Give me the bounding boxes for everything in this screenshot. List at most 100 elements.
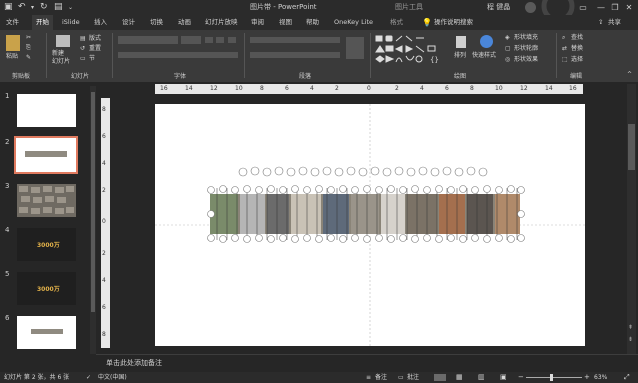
tab-animations[interactable]: 动画 (178, 15, 191, 30)
tell-me-search[interactable]: 操作说明搜索 (434, 15, 473, 30)
shape-outline-button[interactable]: 形状轮廓 (514, 45, 538, 53)
reset-button[interactable]: 重置 (89, 45, 101, 53)
find-button[interactable]: 查找 (571, 34, 583, 42)
undo-dropdown-icon[interactable]: ▾ (31, 0, 34, 15)
notes-placeholder[interactable]: 单击此处添加备注 (106, 358, 162, 368)
tab-onekey[interactable]: OneKey Lite (334, 15, 373, 30)
new-slide-icon[interactable] (56, 35, 70, 47)
paste-icon[interactable] (6, 35, 20, 51)
reading-view-icon[interactable]: ▥ (478, 372, 485, 383)
thumb-text: 3000万 (37, 286, 60, 293)
avatar[interactable] (525, 2, 536, 13)
redo-icon[interactable]: ↻ (40, 0, 48, 15)
layout-button[interactable]: 版式 (89, 35, 101, 43)
customize-icon[interactable]: ⌄ (68, 0, 73, 15)
select-button[interactable]: 选择 (571, 56, 583, 64)
tab-slideshow[interactable]: 幻灯片放映 (205, 15, 238, 30)
tab-file[interactable]: 文件 (6, 15, 19, 30)
thumb-number: 2 (5, 138, 10, 146)
slide-thumbnail[interactable] (17, 184, 76, 217)
save-icon[interactable]: ▣ (4, 0, 13, 15)
prev-slide-icon[interactable]: ⇞ (628, 324, 633, 331)
tab-home[interactable]: 开始 (32, 15, 53, 30)
tab-islide[interactable]: iSlide (62, 15, 80, 30)
shrink-font-icon[interactable] (216, 37, 224, 43)
zoom-slider[interactable] (526, 377, 582, 378)
zoom-out-icon[interactable]: − (518, 372, 524, 383)
slide-thumbnail[interactable] (17, 94, 76, 127)
format-painter-icon[interactable]: ✎ (26, 54, 31, 62)
undo-icon[interactable]: ↶ (18, 0, 26, 15)
new-slide-button[interactable]: 新建 幻灯片 (52, 50, 70, 66)
tab-help[interactable]: 帮助 (306, 15, 319, 30)
list-buttons[interactable] (250, 37, 340, 43)
tab-review[interactable]: 审阅 (251, 15, 264, 30)
slide-thumbnail[interactable]: 3000万 (17, 272, 76, 305)
tab-view[interactable]: 视图 (279, 15, 292, 30)
zoom-in-icon[interactable]: + (584, 372, 590, 383)
arrange-icon[interactable] (456, 36, 466, 48)
shapes-gallery[interactable]: {} (374, 34, 446, 66)
share-icon[interactable]: ⇪ (598, 15, 603, 30)
lightbulb-icon: 💡 (422, 18, 432, 27)
slide-thumbnail[interactable] (17, 316, 76, 349)
paste-button[interactable]: 粘贴 (6, 53, 18, 61)
tab-transitions[interactable]: 切换 (150, 15, 163, 30)
slide-sorter-icon[interactable]: ▦ (456, 372, 463, 383)
clear-format-icon[interactable] (228, 37, 236, 43)
ruler-tick: 8 (102, 106, 106, 113)
fit-slide-icon[interactable]: ⤢ (624, 372, 630, 383)
slideshow-icon[interactable]: ▣ (500, 372, 507, 383)
replace-button[interactable]: 替换 (571, 45, 583, 53)
arrange-button[interactable]: 排列 (454, 52, 466, 60)
close-icon[interactable]: ✕ (620, 0, 638, 15)
collapse-ribbon-icon[interactable]: ^ (627, 71, 632, 79)
tab-insert[interactable]: 插入 (94, 15, 107, 30)
align-buttons[interactable] (250, 52, 340, 58)
grow-font-icon[interactable] (205, 37, 213, 43)
horizontal-ruler: 16 14 12 10 8 6 4 2 0 2 4 6 8 10 12 14 1… (155, 84, 583, 94)
normal-view-button[interactable] (434, 374, 446, 381)
reset-icon: ↺ (80, 45, 86, 52)
divider (244, 33, 245, 78)
font-name-box[interactable] (118, 36, 178, 44)
quick-styles-button[interactable]: 快速样式 (472, 52, 496, 60)
zoom-slider-thumb[interactable] (550, 374, 553, 381)
context-tools-label: 图片工具 (395, 3, 423, 11)
section-icon: ▭ (80, 55, 86, 62)
ruler-tick: 2 (395, 85, 399, 92)
shape-outline-icon: ▢ (505, 45, 511, 52)
user-name[interactable]: 程 健晶 (487, 0, 510, 15)
notes-pane[interactable] (96, 354, 638, 373)
comments-toggle[interactable]: 批注 (407, 372, 419, 383)
language-status[interactable]: 中文(中国) (98, 372, 127, 383)
divider (46, 33, 47, 78)
slide-canvas[interactable] (155, 104, 585, 346)
cut-icon[interactable]: ✂ (26, 34, 31, 42)
shape-effects-button[interactable]: 形状效果 (514, 56, 538, 64)
font-format-buttons[interactable] (118, 52, 238, 58)
font-size-box[interactable] (181, 36, 201, 44)
notes-toggle[interactable]: 备注 (375, 372, 387, 383)
section-button[interactable]: 节 (89, 55, 95, 63)
next-slide-icon[interactable]: ⇟ (628, 336, 633, 343)
ruler-tick: 8 (260, 85, 264, 92)
slide-thumbnail[interactable]: 3000万 (17, 228, 76, 261)
ribbon-options-icon[interactable]: ▭ (574, 0, 592, 15)
shape-fill-button[interactable]: 形状填充 (514, 34, 538, 42)
present-icon[interactable]: ▤ (54, 0, 63, 15)
text-direction-buttons[interactable] (346, 37, 364, 59)
scroll-thumb[interactable] (91, 92, 95, 312)
slide-thumbnail[interactable] (16, 138, 76, 172)
share-button[interactable]: 共享 (608, 15, 621, 30)
tab-design[interactable]: 设计 (122, 15, 135, 30)
spellcheck-icon[interactable]: ✓ (86, 372, 91, 383)
editor-scrollbar[interactable]: ⇞ ⇟ (627, 84, 636, 354)
tab-format[interactable]: 格式 (390, 15, 403, 30)
ruler-tick: 6 (285, 85, 289, 92)
zoom-level[interactable]: 63% (594, 372, 607, 383)
quick-styles-icon[interactable] (480, 35, 493, 48)
copy-icon[interactable]: ⎘ (26, 44, 31, 52)
scroll-thumb[interactable] (628, 124, 635, 170)
ruler-tick: 4 (420, 85, 424, 92)
